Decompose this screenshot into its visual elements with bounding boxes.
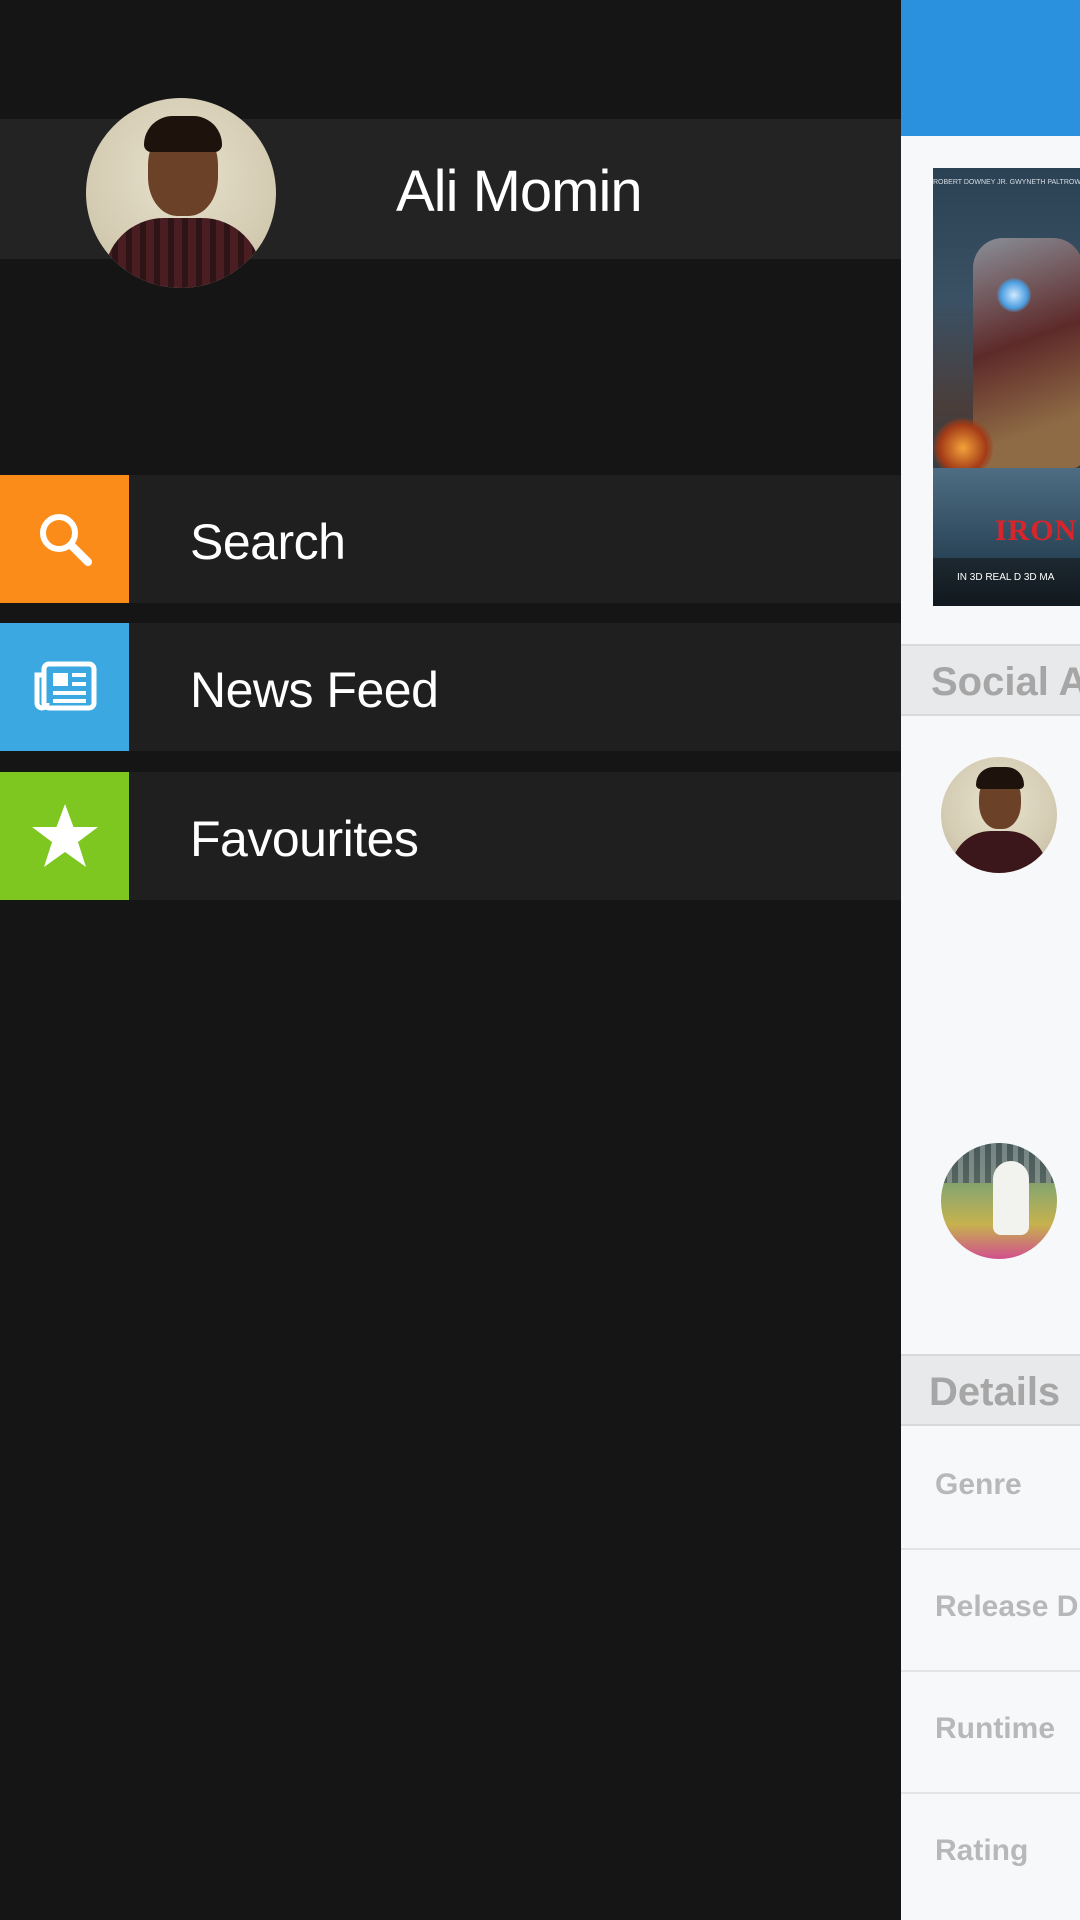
feed-avatar[interactable] (941, 757, 1057, 873)
feed-avatar[interactable] (941, 1143, 1057, 1259)
menu-item-search[interactable]: Search (0, 475, 901, 603)
detail-row-release-date: Release D (901, 1550, 1080, 1672)
section-header-details: Details (901, 1354, 1080, 1426)
menu-item-label: Search (190, 514, 346, 570)
profile-name: Ali Momin (396, 159, 643, 224)
avatar-hair (144, 116, 222, 152)
news-feed-tile (0, 623, 129, 751)
search-icon (39, 514, 92, 566)
detail-label: Genre (935, 1468, 1022, 1501)
detail-row-runtime: Runtime (901, 1672, 1080, 1794)
menu-item-favourites[interactable]: Favourites (0, 772, 901, 900)
avatar-hair (976, 767, 1024, 789)
poster-title: IRON (995, 514, 1078, 547)
section-header-social: Social A (901, 644, 1080, 716)
detail-row-rating: Rating (901, 1794, 1080, 1916)
poster-credits: ROBERT DOWNEY JR. GWYNETH PALTROW CH (933, 179, 1080, 186)
navigation-drawer: Ali Momin Search News Feed Favourites (0, 0, 901, 1920)
newspaper-icon (34, 661, 96, 711)
favourites-tile (0, 772, 129, 900)
avatar-cricket-player (993, 1161, 1029, 1235)
detail-label: Release D (935, 1590, 1079, 1623)
search-tile (0, 475, 129, 603)
app-toolbar (901, 0, 1080, 136)
menu-item-label: Favourites (190, 811, 419, 867)
avatar-shirt (951, 831, 1047, 873)
section-title: Details (929, 1370, 1061, 1414)
menu-item-news-feed[interactable]: News Feed (0, 623, 901, 751)
star-icon (31, 804, 98, 867)
menu-item-label: News Feed (190, 662, 439, 718)
movie-detail-content[interactable]: ROBERT DOWNEY JR. GWYNETH PALTROW CH IRO… (901, 0, 1080, 1920)
detail-label: Runtime (935, 1712, 1055, 1745)
movie-poster[interactable]: ROBERT DOWNEY JR. GWYNETH PALTROW CH IRO… (933, 168, 1080, 606)
section-title: Social A (931, 660, 1080, 704)
poster-release-text: IN 3D REAL D 3D MA (957, 572, 1055, 583)
avatar-shirt (104, 218, 262, 288)
detail-row-genre: Genre (901, 1428, 1080, 1550)
detail-label: Rating (935, 1834, 1029, 1867)
profile-avatar[interactable] (86, 98, 276, 288)
poster-arc-reactor (997, 278, 1031, 312)
